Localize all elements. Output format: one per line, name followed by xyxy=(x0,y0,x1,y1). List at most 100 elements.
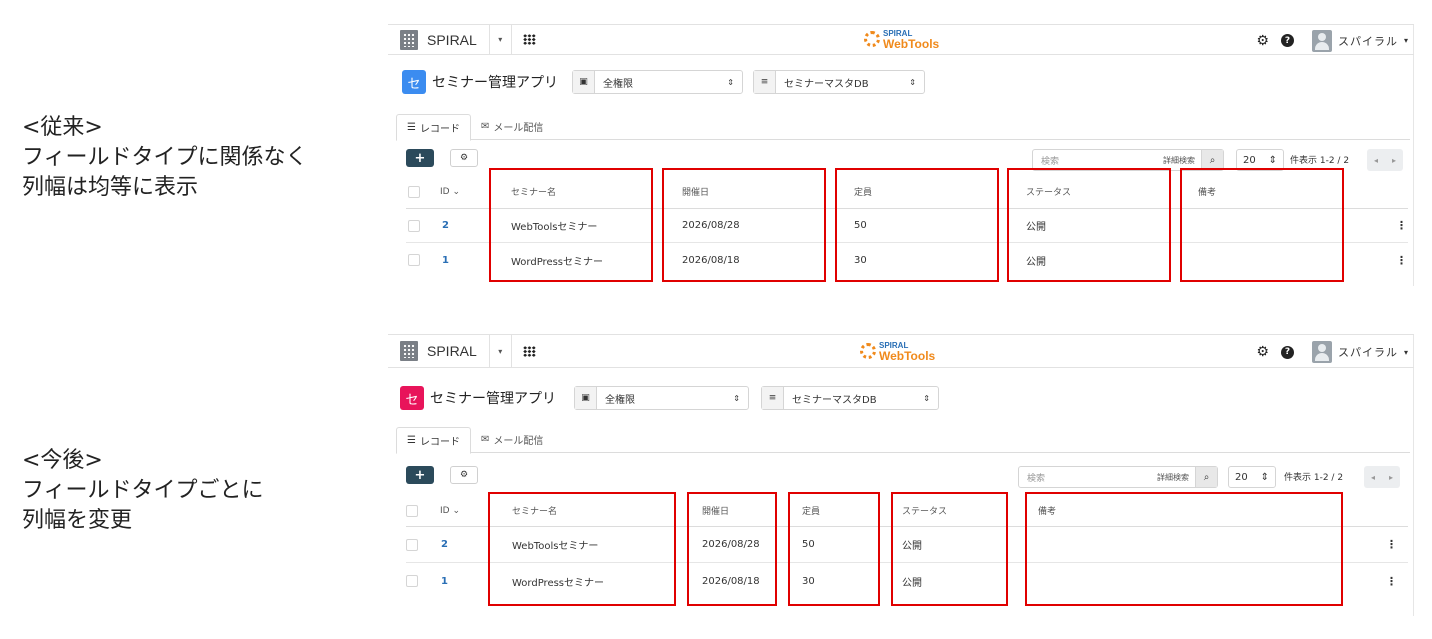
row-menu-icon[interactable]: ⋮ xyxy=(1396,209,1407,242)
highlight-column-note xyxy=(1025,492,1343,606)
database-icon: ≡ xyxy=(754,71,776,93)
envelope-icon: ✉ xyxy=(480,121,490,132)
record-id-link[interactable]: 2 xyxy=(441,527,448,562)
row-checkbox[interactable] xyxy=(408,254,420,266)
building-icon xyxy=(400,29,418,50)
id-card-icon: ▣ xyxy=(573,71,595,93)
permission-select-value: 全権限 xyxy=(603,78,633,90)
per-page-select[interactable]: 20 ⇕ xyxy=(1228,466,1276,488)
webtools-logo: SPIRAL WebTools xyxy=(864,29,940,51)
top-navbar: SPIRAL ▾ SPIRAL WebTools ⚙ ? スパイラル ▾ xyxy=(388,334,1414,368)
db-select-value: セミナーマスタDB xyxy=(784,78,869,90)
record-id-link[interactable]: 1 xyxy=(442,243,449,277)
row-menu-icon[interactable]: ⋮ xyxy=(1386,527,1397,562)
user-name: スパイラル xyxy=(1337,34,1398,48)
top-navbar: SPIRAL ▾ SPIRAL WebTools ⚙ ? スパイラル ▾ xyxy=(388,24,1414,55)
search-icon: ⌕ xyxy=(1209,154,1216,166)
chevron-down-icon: ⌄ xyxy=(452,505,461,516)
help-icon[interactable]: ? xyxy=(1280,345,1294,359)
permission-select[interactable]: ▣ 全権限 ⇕ xyxy=(572,70,743,94)
brand-dropdown-button[interactable]: ▾ xyxy=(488,24,511,55)
search-button[interactable]: ⌕ xyxy=(1195,467,1217,487)
id-card-icon: ▣ xyxy=(575,387,597,409)
settings-cogs-icon[interactable]: ⚙ xyxy=(1256,33,1269,49)
next-page-icon[interactable]: ▸ xyxy=(1389,473,1393,482)
screenshot-after: SPIRAL ▾ SPIRAL WebTools ⚙ ? スパイラル ▾ セ セミ… xyxy=(388,334,1414,616)
row-menu-icon[interactable]: ⋮ xyxy=(1396,243,1407,277)
caption-before-title: <従来> xyxy=(22,115,103,140)
caret-down-icon: ▾ xyxy=(498,346,503,356)
db-select[interactable]: ≡ セミナーマスタDB ⇕ xyxy=(753,70,925,94)
pagination[interactable]: ◂ ▸ xyxy=(1367,149,1403,171)
per-page-value: 20 xyxy=(1243,154,1256,166)
select-all-checkbox[interactable] xyxy=(408,185,420,198)
record-count: 件表示 1-2 / 2 xyxy=(1284,473,1344,483)
row-checkbox[interactable] xyxy=(406,575,418,587)
search-icon: ⌕ xyxy=(1203,471,1210,483)
select-all-checkbox[interactable] xyxy=(406,504,418,517)
building-icon xyxy=(400,341,418,361)
grid-icon xyxy=(522,34,536,45)
gear-logo-icon xyxy=(860,343,876,359)
pagination[interactable]: ◂ ▸ xyxy=(1364,466,1400,488)
highlight-column-status xyxy=(1007,168,1171,282)
app-title: セミナー管理アプリ xyxy=(432,75,558,91)
tab-records[interactable]: ☰ レコード xyxy=(396,427,471,454)
caret-down-icon: ▾ xyxy=(1403,36,1408,45)
search-input[interactable]: 検索 xyxy=(1033,154,1163,167)
apps-menu-button[interactable] xyxy=(510,24,547,55)
permission-select[interactable]: ▣ 全権限 ⇕ xyxy=(574,386,749,410)
list-icon: ☰ xyxy=(407,435,416,446)
add-record-button[interactable]: + xyxy=(406,149,434,167)
caption-before: <従来> フィールドタイプに関係なく 列幅は均等に表示 xyxy=(22,113,308,203)
apps-menu-button[interactable] xyxy=(510,334,547,368)
brand-dropdown-button[interactable]: ▾ xyxy=(488,334,511,368)
permission-select-value: 全権限 xyxy=(605,394,635,406)
toolbar: + ⚙ 検索 詳細検索 ⌕ 20 ⇕ 件表示 1-2 / 2 ◂ ▸ xyxy=(406,149,1408,171)
settings-cogs-icon[interactable]: ⚙ xyxy=(1256,344,1269,360)
advanced-search-link[interactable]: 詳細検索 xyxy=(1163,155,1201,166)
row-menu-icon[interactable]: ⋮ xyxy=(1386,563,1397,599)
brand-name[interactable]: SPIRAL xyxy=(427,32,477,48)
db-select[interactable]: ≡ セミナーマスタDB ⇕ xyxy=(761,386,939,410)
table-settings-button[interactable]: ⚙ xyxy=(450,466,478,484)
database-icon: ≡ xyxy=(762,387,784,409)
prev-page-icon[interactable]: ◂ xyxy=(1371,473,1375,482)
app-title: セミナー管理アプリ xyxy=(430,391,556,407)
record-id-link[interactable]: 2 xyxy=(442,209,449,242)
logo-line2: WebTools xyxy=(883,37,940,51)
select-arrows-icon: ⇕ xyxy=(733,393,740,403)
table-settings-button[interactable]: ⚙ xyxy=(450,149,478,167)
column-header-id[interactable]: ID ⌄ xyxy=(440,495,460,526)
grid-icon xyxy=(522,345,536,357)
help-icon[interactable]: ? xyxy=(1280,34,1294,47)
next-page-icon[interactable]: ▸ xyxy=(1392,156,1396,165)
user-menu[interactable]: スパイラル ▾ xyxy=(1306,29,1408,52)
column-header-id[interactable]: ID ⌄ xyxy=(440,175,460,208)
search-button[interactable]: ⌕ xyxy=(1201,150,1223,170)
row-checkbox[interactable] xyxy=(406,538,418,551)
row-checkbox[interactable] xyxy=(408,219,420,232)
highlight-column-date xyxy=(662,168,826,282)
caret-down-icon: ▾ xyxy=(498,35,503,44)
app-icon: セ xyxy=(400,386,424,410)
record-id-link[interactable]: 1 xyxy=(441,563,448,599)
prev-page-icon[interactable]: ◂ xyxy=(1374,156,1378,165)
webtools-logo: SPIRAL WebTools xyxy=(860,341,935,362)
select-arrows-icon: ⇕ xyxy=(909,77,916,87)
advanced-search-link[interactable]: 詳細検索 xyxy=(1157,472,1195,483)
tab-mail[interactable]: ✉ メール配信 xyxy=(471,114,553,139)
brand-name[interactable]: SPIRAL xyxy=(427,343,477,359)
caption-before-line2: 列幅は均等に表示 xyxy=(22,175,199,200)
app-header: セ セミナー管理アプリ ▣ 全権限 ⇕ ≡ セミナーマスタDB ⇕ xyxy=(400,386,939,410)
search-input[interactable]: 検索 xyxy=(1019,471,1157,484)
caption-before-line1: フィールドタイプに関係なく xyxy=(22,145,308,170)
screenshot-before: SPIRAL ▾ SPIRAL WebTools ⚙ ? スパイラル ▾ セ セミ… xyxy=(388,24,1414,286)
highlight-column-name xyxy=(489,168,653,282)
add-record-button[interactable]: + xyxy=(406,466,434,484)
tab-records[interactable]: ☰ レコード xyxy=(396,114,471,141)
chevron-down-icon: ⌄ xyxy=(452,186,461,197)
app-header: セ セミナー管理アプリ ▣ 全権限 ⇕ ≡ セミナーマスタDB ⇕ xyxy=(402,70,925,94)
tab-mail[interactable]: ✉ メール配信 xyxy=(471,427,553,452)
user-menu[interactable]: スパイラル ▾ xyxy=(1306,341,1408,363)
